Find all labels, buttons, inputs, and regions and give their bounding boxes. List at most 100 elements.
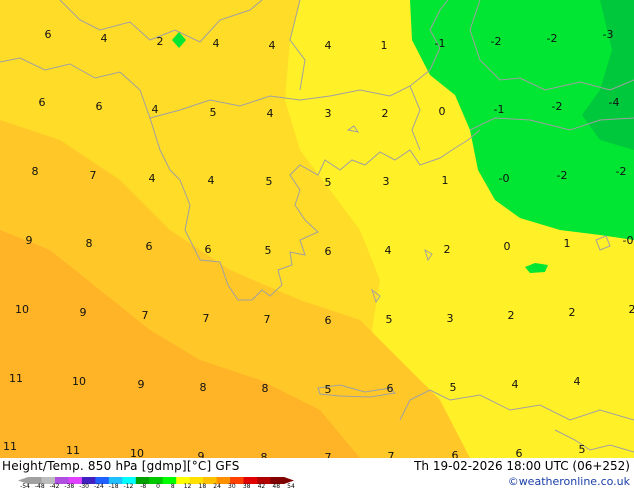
temperature-value: 7 [203, 312, 210, 325]
temperature-value: -2 [552, 100, 563, 113]
temperature-value: 5 [325, 176, 332, 189]
temperature-value: 9 [198, 450, 205, 458]
temperature-value: 5 [210, 106, 217, 119]
temperature-value: 2 [508, 309, 515, 322]
temperature-value: 3 [325, 107, 332, 120]
color-scale-tick: -54 [20, 483, 30, 490]
temperature-value: 1 [564, 237, 571, 250]
temperature-value: 11 [3, 440, 17, 453]
temperature-value: 2 [629, 303, 634, 316]
temperature-value: 0 [439, 105, 446, 118]
temperature-value: 2 [444, 243, 451, 256]
temperature-value: 9 [138, 378, 145, 391]
temperature-value: 7 [325, 451, 332, 458]
color-scale-tick: -18 [109, 483, 119, 490]
temperature-value: 6 [325, 314, 332, 327]
temperature-value: 6 [146, 240, 153, 253]
temperature-value: 1 [442, 174, 449, 187]
temperature-value: 10 [130, 447, 144, 458]
temperature-value: 6 [45, 28, 52, 41]
temperature-value: 5 [579, 443, 586, 456]
temperature-value: 8 [200, 381, 207, 394]
color-scale-tick: -8 [140, 483, 146, 490]
temperature-value: 11 [9, 372, 23, 385]
temperature-value: 0 [504, 240, 511, 253]
temperature-value: -0 [623, 234, 634, 247]
temperature-fields [0, 0, 634, 458]
temperature-value: 4 [512, 378, 519, 391]
color-scale-tick: -48 [35, 483, 45, 490]
temperature-value: 1 [381, 39, 388, 52]
temperature-value: -4 [609, 96, 620, 109]
temperature-value: 6 [39, 96, 46, 109]
temperature-value: 2 [157, 35, 164, 48]
temperature-value: 4 [213, 37, 220, 50]
temperature-value: 4 [149, 172, 156, 185]
temperature-value: 5 [386, 313, 393, 326]
color-scale-tick: 30 [228, 483, 236, 490]
temperature-value: -1 [494, 103, 505, 116]
temperature-value: 8 [32, 165, 39, 178]
temperature-value: 4 [385, 244, 392, 257]
temperature-value: 4 [269, 39, 276, 52]
temperature-value: 11 [66, 444, 80, 457]
color-scale-tick: -24 [94, 483, 104, 490]
temperature-value: 4 [267, 107, 274, 120]
temperature-value: 5 [325, 383, 332, 396]
temperature-map[interactable]: 6 4 2 4 4 4 1 -1 -2 -2 -3 6 6 4 5 4 3 2 0 -1 -2 -4 8 7 4 4 5 5 3 1 -0 -… [0, 0, 634, 458]
temperature-value: -2 [547, 32, 558, 45]
color-scale-tick: -38 [64, 483, 74, 490]
temperature-value: 8 [86, 237, 93, 250]
credit-link[interactable]: ©weatheronline.co.uk [508, 475, 630, 488]
color-scale-tick: 24 [213, 483, 221, 490]
temperature-value: 10 [72, 375, 86, 388]
temperature-value: 4 [574, 375, 581, 388]
temperature-value: 5 [450, 381, 457, 394]
temperature-value: 4 [152, 103, 159, 116]
temperature-value: -0 [499, 172, 510, 185]
map-footer: Height/Temp. 850 hPa [gdmp][°C] GFS Th 1… [0, 458, 634, 490]
temperature-value: 4 [101, 32, 108, 45]
temperature-value: 3 [447, 312, 454, 325]
temperature-value: 9 [80, 306, 87, 319]
temperature-value: 10 [15, 303, 29, 316]
color-scale-tick: 42 [258, 483, 266, 490]
color-scale-tick: 0 [156, 483, 160, 490]
color-scale-tick: 54 [287, 483, 295, 490]
color-scale-tick: -12 [124, 483, 134, 490]
temperature-value: 4 [208, 174, 215, 187]
map-title: Height/Temp. 850 hPa [gdmp][°C] GFS [2, 459, 240, 473]
temperature-value: 6 [205, 243, 212, 256]
temperature-value: 8 [261, 451, 268, 458]
temperature-value: 6 [452, 449, 459, 458]
temperature-value: -2 [616, 165, 627, 178]
temperature-value: 5 [266, 175, 273, 188]
temperature-value: 2 [382, 107, 389, 120]
temperature-value: 6 [96, 100, 103, 113]
temperature-value: -1 [435, 37, 446, 50]
temperature-value: 5 [265, 244, 272, 257]
temperature-value: -2 [491, 35, 502, 48]
temperature-value: 6 [387, 382, 394, 395]
temperature-value: 7 [142, 309, 149, 322]
color-scale-tick: 8 [171, 483, 175, 490]
color-scale-tick: 18 [199, 483, 207, 490]
color-scale-tick: 48 [272, 483, 280, 490]
color-scale-tick: 38 [243, 483, 251, 490]
temperature-value: 2 [569, 306, 576, 319]
temperature-value: 7 [388, 450, 395, 458]
temperature-value: -2 [557, 169, 568, 182]
temperature-value: 4 [325, 39, 332, 52]
temperature-value: 7 [264, 313, 271, 326]
temperature-value: -3 [603, 28, 614, 41]
color-scale-tick: -30 [79, 483, 89, 490]
temperature-value: 7 [90, 169, 97, 182]
temperature-value: 3 [383, 175, 390, 188]
temperature-value: 9 [26, 234, 33, 247]
temperature-value: 6 [325, 245, 332, 258]
color-scale-tick: 12 [184, 483, 192, 490]
valid-time: Th 19-02-2026 18:00 UTC (06+252) [414, 459, 630, 473]
temperature-value: 8 [262, 382, 269, 395]
color-scale-tick: -42 [50, 483, 60, 490]
temperature-value: 6 [516, 447, 523, 458]
